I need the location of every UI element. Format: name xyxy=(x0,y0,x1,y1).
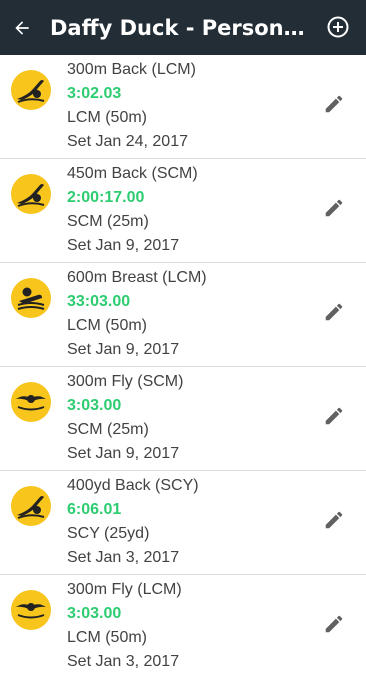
pencil-icon xyxy=(325,199,343,217)
course-length: LCM (50m) xyxy=(67,109,148,126)
app-bar: Daffy Duck - Persona... xyxy=(0,0,366,55)
record-time: 33:03.00 xyxy=(67,293,131,310)
butterfly-icon xyxy=(11,590,51,630)
record-time: 3:03.00 xyxy=(67,397,122,414)
set-date: Set Jan 3, 2017 xyxy=(67,549,180,566)
arrow-left-icon xyxy=(15,20,29,35)
edit-button[interactable] xyxy=(323,405,345,427)
course-length: SCY (25yd) xyxy=(67,525,150,542)
butterfly-icon xyxy=(11,382,51,422)
record-time: 3:03.00 xyxy=(67,605,122,622)
pencil-icon xyxy=(325,615,343,633)
edit-button[interactable] xyxy=(323,509,345,531)
event-name: 300m Fly (LCM) xyxy=(67,581,182,598)
record-time: 6:06.01 xyxy=(67,501,122,518)
event-name: 400yd Back (SCY) xyxy=(67,477,199,494)
backstroke-icon xyxy=(11,174,51,214)
breaststroke-icon xyxy=(11,278,51,318)
set-date: Set Jan 9, 2017 xyxy=(67,237,180,254)
set-date: Set Jan 3, 2017 xyxy=(67,653,180,670)
list-item[interactable]: 450m Back (SCM) 2:00:17.00 SCM (25m) Set… xyxy=(0,159,366,263)
set-date: Set Jan 24, 2017 xyxy=(67,133,188,150)
pencil-icon xyxy=(325,511,343,529)
records-list: 300m Back (LCM) 3:02.03 LCM (50m) Set Ja… xyxy=(0,55,366,679)
edit-button[interactable] xyxy=(323,197,345,219)
record-time: 2:00:17.00 xyxy=(67,189,145,206)
event-name: 300m Back (LCM) xyxy=(67,61,196,78)
list-item[interactable]: 300m Fly (LCM) 3:03.00 LCM (50m) Set Jan… xyxy=(0,575,366,679)
edit-button[interactable] xyxy=(323,93,345,115)
back-button[interactable] xyxy=(0,0,44,55)
course-length: LCM (50m) xyxy=(67,629,148,646)
event-name: 450m Back (SCM) xyxy=(67,165,198,182)
edit-button[interactable] xyxy=(323,301,345,323)
event-name: 300m Fly (SCM) xyxy=(67,373,184,390)
edit-button[interactable] xyxy=(323,613,345,635)
set-date: Set Jan 9, 2017 xyxy=(67,445,180,462)
course-length: LCM (50m) xyxy=(67,317,148,334)
course-length: SCM (25m) xyxy=(67,421,149,438)
event-name: 600m Breast (LCM) xyxy=(67,269,207,286)
list-item[interactable]: 600m Breast (LCM) 33:03.00 LCM (50m) Set… xyxy=(0,263,366,367)
record-time: 3:02.03 xyxy=(67,85,122,102)
list-item[interactable]: 300m Fly (SCM) 3:03.00 SCM (25m) Set Jan… xyxy=(0,367,366,471)
backstroke-icon xyxy=(11,70,51,110)
pencil-icon xyxy=(325,95,343,113)
list-item[interactable]: 300m Back (LCM) 3:02.03 LCM (50m) Set Ja… xyxy=(0,55,366,159)
pencil-icon xyxy=(325,303,343,321)
set-date: Set Jan 9, 2017 xyxy=(67,341,180,358)
list-item[interactable]: 400yd Back (SCY) 6:06.01 SCY (25yd) Set … xyxy=(0,471,366,575)
page-title: Daffy Duck - Persona... xyxy=(50,15,306,40)
backstroke-icon xyxy=(11,486,51,526)
add-circle-icon xyxy=(327,16,349,38)
add-record-button[interactable] xyxy=(326,15,350,39)
pencil-icon xyxy=(325,407,343,425)
course-length: SCM (25m) xyxy=(67,213,149,230)
